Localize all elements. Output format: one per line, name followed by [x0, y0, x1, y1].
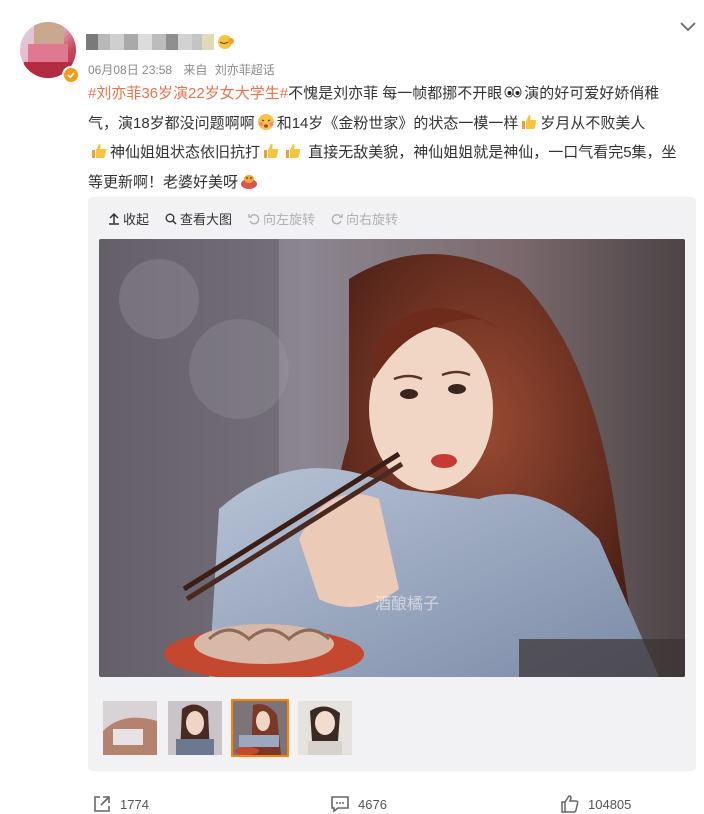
post-text-seg5: 神仙姐姐状态依旧抗打 — [110, 144, 261, 161]
thumbnail-strip — [101, 699, 354, 757]
post-text-seg4: 岁月从不败美人 — [540, 114, 646, 132]
thumbnail-1[interactable] — [101, 699, 159, 757]
source-prefix: 来自 — [183, 63, 208, 77]
thumbs-up-emoji-icon — [286, 144, 301, 158]
comment-button[interactable]: 4676 — [330, 794, 387, 814]
thumbnail-3-selected[interactable] — [231, 699, 289, 757]
main-photo[interactable]: 酒酿橘子 — [99, 239, 685, 677]
image-watermark: 酒酿橘子 — [375, 595, 439, 613]
search-icon — [165, 213, 177, 225]
post-text-seg1: 不愧是刘亦菲 每一帧都挪不开眼 — [288, 85, 503, 102]
rotate-right-button[interactable]: 向右旋转 — [331, 209, 398, 228]
thumbs-up-emoji-icon — [522, 114, 537, 129]
image-toolbar: 收起 查看大图 向左旋转 向右旋转 — [108, 209, 398, 228]
chevron-down-icon[interactable] — [678, 20, 698, 34]
rotate-left-label: 向左旋转 — [263, 212, 316, 227]
post-text: #刘亦菲36岁演22岁女大学生#不愧是刘亦菲 每一帧都挪不开眼 演的好可爱好娇俏稚… — [88, 79, 688, 197]
thumbs-up-icon — [561, 795, 579, 813]
thumbnail-2[interactable] — [166, 699, 224, 757]
rotate-left-button[interactable]: 向左旋转 — [248, 209, 315, 228]
cute-face-emoji-icon — [257, 113, 274, 130]
hashtag-link[interactable]: #刘亦菲36岁演22岁女大学生# — [88, 85, 288, 102]
action-bar: 1774 4676 104805 — [0, 786, 704, 814]
post-meta: 06月08日 23:58 来自 刘亦菲超话 — [88, 61, 275, 78]
comment-count: 4676 — [358, 796, 387, 812]
rotate-right-icon — [331, 213, 343, 224]
media-viewer: 收起 查看大图 向左旋转 向右旋转 酒酿橘子 — [88, 197, 696, 771]
view-large-button[interactable]: 查看大图 — [165, 209, 232, 228]
source-name[interactable]: 刘亦菲超话 — [215, 63, 275, 77]
post-text-seg3: 和14岁《金粉世家》的状态一模一样 — [276, 114, 519, 132]
thumbnail-4[interactable] — [296, 699, 354, 757]
collapse-icon — [109, 212, 119, 225]
collapse-button[interactable]: 收起 — [108, 209, 149, 228]
eyes-emoji-icon — [504, 86, 522, 98]
repost-icon — [94, 796, 110, 812]
username-pixelated[interactable] — [86, 34, 214, 50]
rotate-right-label: 向右旋转 — [346, 212, 399, 227]
peek-emoji-icon — [218, 35, 234, 49]
collapse-label: 收起 — [123, 212, 150, 227]
like-count: 104805 — [588, 796, 632, 812]
post-time[interactable]: 06月08日 23:58 — [88, 63, 172, 77]
comment-icon — [331, 796, 349, 813]
photo-woman-eating-noodles: 酒酿橘子 — [99, 239, 685, 677]
thumbs-up-emoji-icon — [92, 144, 107, 158]
rotate-left-icon — [248, 213, 260, 224]
like-button[interactable]: 104805 — [560, 794, 631, 814]
repost-button[interactable]: 1774 — [92, 794, 149, 814]
view-large-label: 查看大图 — [180, 212, 233, 227]
drool-emoji-icon — [241, 174, 258, 189]
thumbs-up-emoji-icon — [264, 144, 279, 158]
weibo-post: 06月08日 23:58 来自 刘亦菲超话 #刘亦菲36岁演22岁女大学生#不愧… — [0, 0, 704, 814]
verified-badge-icon — [62, 66, 80, 84]
repost-count: 1774 — [120, 796, 149, 812]
